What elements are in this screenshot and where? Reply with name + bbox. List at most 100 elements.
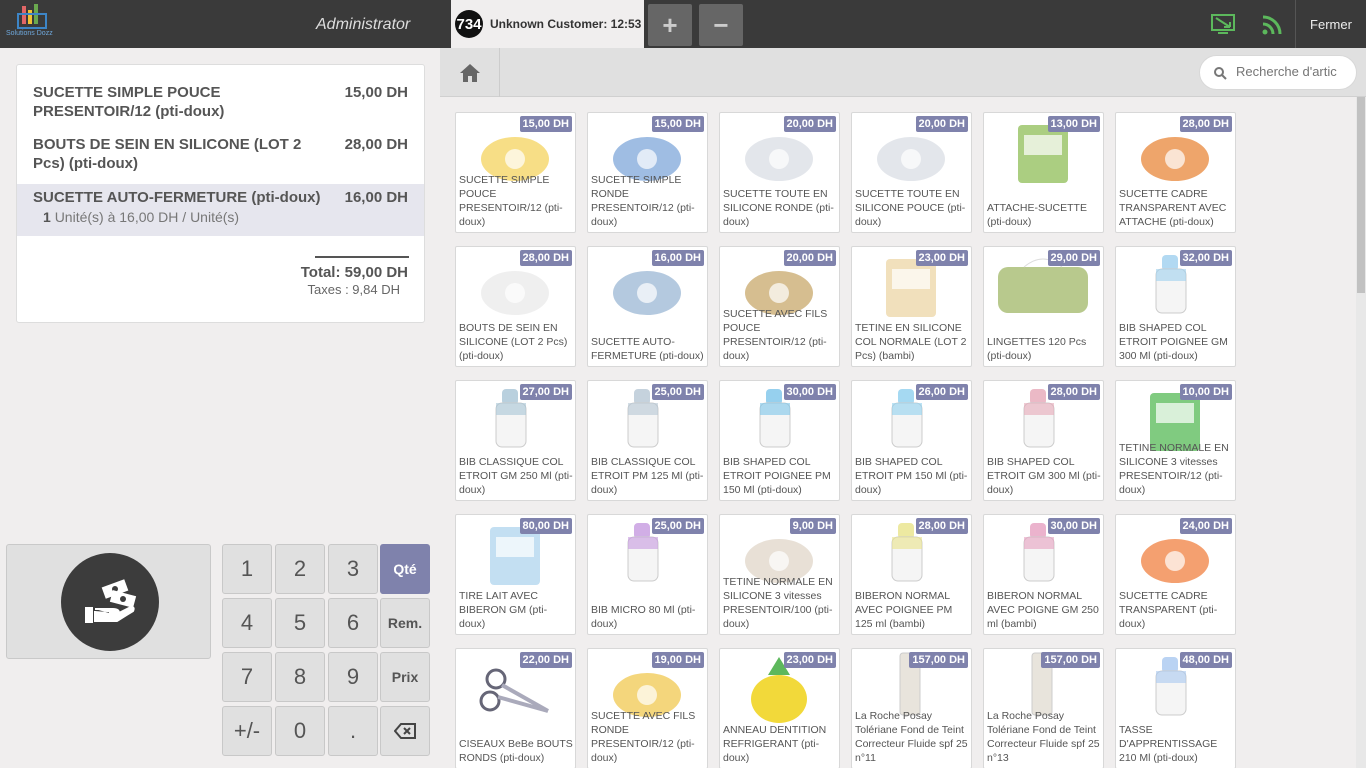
product-card[interactable]: 28,00 DH BIBERON NORMAL AVEC POIGNEE PM 1… [851,514,972,635]
numpad-key-6[interactable]: 6 [328,598,378,648]
product-card[interactable]: 13,00 DH ATTACHE-SUCETTE (pti-doux) [983,112,1104,233]
product-card[interactable]: 157,00 DH La Roche Posay Tolériane Fond d… [851,648,972,768]
numpad-key-decimal[interactable]: . [328,706,378,756]
product-name: SUCETTE SIMPLE RONDE PRESENTOIR/12 (pti-… [591,174,695,228]
product-name: BOUTS DE SEIN EN SILICONE (LOT 2 Pcs) (p… [459,322,568,362]
scrollbar-thumb[interactable] [1357,97,1365,293]
product-card[interactable]: 26,00 DH BIB SHAPED COL ETROIT PM 150 Ml … [851,380,972,501]
product-card[interactable]: 80,00 DH TIRE LAIT AVEC BIBERON GM (pti-d… [455,514,576,635]
product-scrollbar[interactable] [1356,97,1366,768]
product-name: ANNEAU DENTITION REFRIGERANT (pti-doux) [723,724,827,764]
order-total: Total: 59,00 DH [300,264,408,281]
home-category-button[interactable] [440,48,500,97]
product-card[interactable]: 9,00 DH TETINE NORMALE EN SILICONE 3 vite… [719,514,840,635]
order-panel: SUCETTE SIMPLE POUCE PRESENTOIR/12 (pti-… [16,64,425,323]
order-tab[interactable]: 734 Unknown Customer: 12:53 [451,0,644,48]
product-card[interactable]: 30,00 DH BIB SHAPED COL ETROIT POIGNEE PM… [719,380,840,501]
numpad-key-7[interactable]: 7 [222,652,272,702]
product-price: 30,00 DH [783,384,836,400]
screen-icon[interactable] [1210,12,1236,38]
product-price: 19,00 DH [651,652,704,668]
order-line[interactable]: SUCETTE SIMPLE POUCE PRESENTOIR/12 (pti-… [17,83,424,123]
product-card[interactable]: 157,00 DH La Roche Posay Tolériane Fond d… [983,648,1104,768]
numpad-key-4[interactable]: 4 [222,598,272,648]
product-name: SUCETTE CADRE TRANSPARENT (pti-doux) [1119,590,1218,630]
product-card[interactable]: 16,00 DH SUCETTE AUTO-FERMETURE (pti-doux… [587,246,708,367]
product-name: SUCETTE SIMPLE POUCE PRESENTOIR/12 (pti-… [459,174,563,228]
product-card[interactable]: 24,00 DH SUCETTE CADRE TRANSPARENT (pti-d… [1115,514,1236,635]
wifi-icon[interactable] [1259,12,1285,38]
product-name: TIRE LAIT AVEC BIBERON GM (pti-doux) [459,590,548,630]
numpad-key-1[interactable]: 1 [222,544,272,594]
product-price: 25,00 DH [651,518,704,534]
product-card[interactable]: 25,00 DH BIB MICRO 80 Ml (pti-doux) [587,514,708,635]
product-card[interactable]: 22,00 DH CISEAUX BeBe BOUTS RONDS (pti-do… [455,648,576,768]
product-card[interactable]: 28,00 DH SUCETTE CADRE TRANSPARENT AVEC A… [1115,112,1236,233]
product-card[interactable]: 20,00 DH SUCETTE TOUTE EN SILICONE RONDE … [719,112,840,233]
payment-button[interactable] [6,544,211,659]
backspace-button[interactable] [380,706,430,756]
product-name: TETINE NORMALE EN SILICONE 3 vitesses PR… [723,576,833,630]
product-card[interactable]: 30,00 DH BIBERON NORMAL AVEC POIGNE GM 25… [983,514,1104,635]
product-card[interactable]: 15,00 DH SUCETTE SIMPLE RONDE PRESENTOIR/… [587,112,708,233]
product-card[interactable]: 25,00 DH BIB CLASSIQUE COL ETROIT PM 125 … [587,380,708,501]
product-card[interactable]: 28,00 DH BOUTS DE SEIN EN SILICONE (LOT 2… [455,246,576,367]
product-card[interactable]: 48,00 DH TASSE D'APPRENTISSAGE 210 Ml (pt… [1115,648,1236,768]
product-name: BIB SHAPED COL ETROIT PM 150 Ml (pti-dou… [855,456,968,496]
close-button[interactable]: Fermer [1295,0,1366,48]
product-card[interactable]: 32,00 DH BIB SHAPED COL ETROIT POIGNEE GM… [1115,246,1236,367]
product-name: SUCETTE AVEC FILS POUCE PRESENTOIR/12 (p… [723,308,828,362]
cash-payment-icon [85,579,137,623]
qty-mode-button[interactable]: Qté [380,544,430,594]
numpad-key-2[interactable]: 2 [275,544,325,594]
order-line-name: SUCETTE AUTO-FERMETURE (pti-doux) [33,189,321,206]
product-name: TETINE EN SILICONE COL NORMALE (LOT 2 Pc… [855,322,967,362]
product-name: BIBERON NORMAL AVEC POIGNE GM 250 ml (ba… [987,590,1099,630]
product-card[interactable]: 10,00 DH TETINE NORMALE EN SILICONE 3 vit… [1115,380,1236,501]
numpad-key-8[interactable]: 8 [275,652,325,702]
numpad-key-9[interactable]: 9 [328,652,378,702]
product-card[interactable]: 29,00 DH LINGETTES 120 Pcs (pti-doux) [983,246,1104,367]
numpad-key-sign[interactable]: +/- [222,706,272,756]
product-card[interactable]: 28,00 DH BIB SHAPED COL ETROIT GM 300 Ml … [983,380,1104,501]
product-card[interactable]: 27,00 DH BIB CLASSIQUE COL ETROIT GM 250 … [455,380,576,501]
product-price: 20,00 DH [783,250,836,266]
product-price: 10,00 DH [1179,384,1232,400]
product-name: BIB MICRO 80 Ml (pti-doux) [591,604,696,630]
product-price: 28,00 DH [915,518,968,534]
product-price: 20,00 DH [915,116,968,132]
product-name: SUCETTE AVEC FILS RONDE PRESENTOIR/12 (p… [591,710,696,764]
numpad-key-5[interactable]: 5 [275,598,325,648]
search-box[interactable] [1199,55,1357,90]
product-name: ATTACHE-SUCETTE (pti-doux) [987,202,1087,228]
order-line-selected[interactable]: SUCETTE AUTO-FERMETURE (pti-doux) 16,00 … [17,184,424,236]
product-name: BIBERON NORMAL AVEC POIGNEE PM 125 ml (b… [855,590,953,630]
product-price: 20,00 DH [783,116,836,132]
product-card[interactable]: 20,00 DH SUCETTE AVEC FILS POUCE PRESENTO… [719,246,840,367]
product-card[interactable]: 23,00 DH ANNEAU DENTITION REFRIGERANT (pt… [719,648,840,768]
numpad-key-3[interactable]: 3 [328,544,378,594]
price-mode-button[interactable]: Prix [380,652,430,702]
product-price: 29,00 DH [1047,250,1100,266]
product-name: LINGETTES 120 Pcs (pti-doux) [987,336,1087,362]
order-line[interactable]: BOUTS DE SEIN EN SILICONE (LOT 2 Pcs) (p… [17,135,424,175]
product-price: 48,00 DH [1179,652,1232,668]
order-line-name: BOUTS DE SEIN EN SILICONE (LOT 2 Pcs) (p… [33,136,302,172]
product-card[interactable]: 15,00 DH SUCETTE SIMPLE POUCE PRESENTOIR/… [455,112,576,233]
numpad-key-0[interactable]: 0 [275,706,325,756]
product-name: BIB SHAPED COL ETROIT POIGNEE PM 150 Ml … [723,456,831,496]
search-input[interactable] [1236,64,1352,79]
product-card[interactable]: 19,00 DH SUCETTE AVEC FILS RONDE PRESENTO… [587,648,708,768]
user-name[interactable]: Administrator [316,16,410,34]
product-price: 15,00 DH [519,116,572,132]
product-card[interactable]: 20,00 DH SUCETTE TOUTE EN SILICONE POUCE … [851,112,972,233]
product-card[interactable]: 23,00 DH TETINE EN SILICONE COL NORMALE (… [851,246,972,367]
remove-order-button[interactable]: − [699,4,743,46]
product-name: BIB CLASSIQUE COL ETROIT GM 250 Ml (pti-… [459,456,573,496]
order-line-price: 15,00 DH [344,84,408,101]
add-order-button[interactable]: + [648,4,692,46]
order-line-unit-detail: Unité(s) à 16,00 DH / Unité(s) [54,209,240,225]
discount-mode-button[interactable]: Rem. [380,598,430,648]
product-price: 23,00 DH [783,652,836,668]
product-name: BIB SHAPED COL ETROIT POIGNEE GM 300 Ml … [1119,322,1228,362]
